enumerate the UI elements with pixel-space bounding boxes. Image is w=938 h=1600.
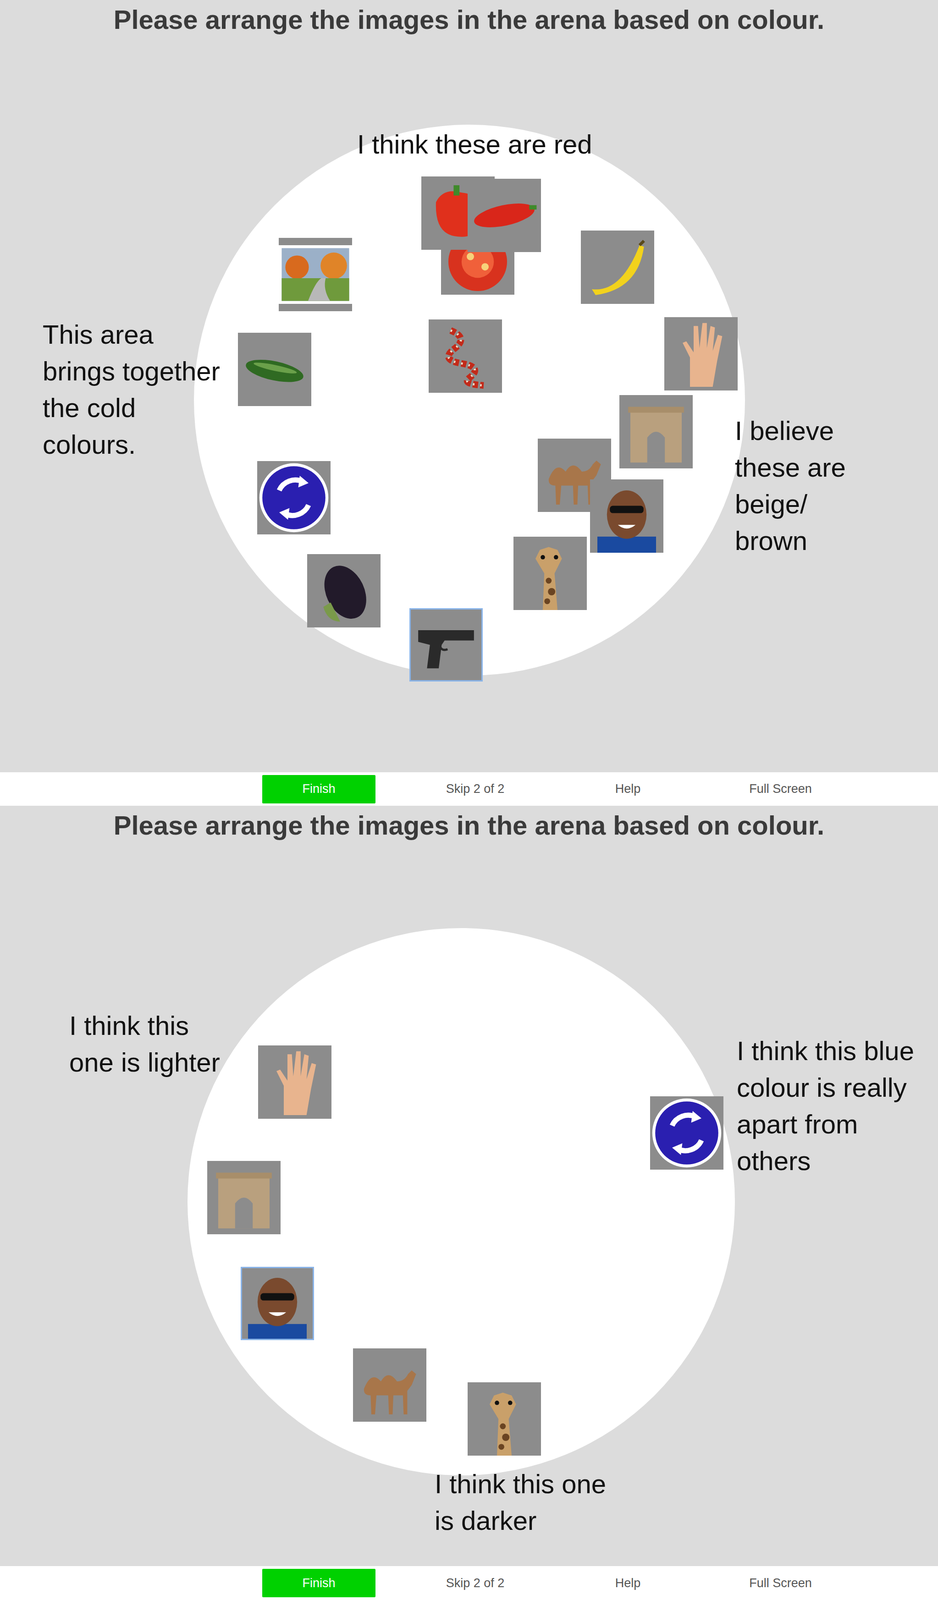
banana-image[interactable] [580, 230, 655, 304]
footer-link[interactable]: Full Screen [704, 1574, 857, 1594]
hand-image[interactable] [258, 1045, 332, 1120]
giraffe-image[interactable] [467, 1382, 541, 1457]
arch-icon [207, 1161, 281, 1235]
autumn-image[interactable] [278, 237, 353, 312]
arch-image[interactable] [619, 395, 693, 469]
face-image[interactable] [590, 479, 664, 553]
footer-bar: Finish Skip 2 of 2HelpFull Screen [0, 1566, 938, 1600]
arena-panel: Please arrange the images in the arena b… [0, 0, 938, 773]
arch-icon [619, 395, 693, 469]
annotation: I believe these are beige/ brown [734, 412, 873, 560]
snake-image[interactable] [428, 319, 503, 393]
camel-image[interactable] [353, 1348, 427, 1423]
hand-image[interactable] [664, 317, 738, 391]
roundabout-icon [257, 461, 331, 535]
footer-link[interactable]: Skip 2 of 2 [398, 1574, 552, 1594]
finish-button[interactable]: Finish [262, 775, 376, 804]
snake-icon [428, 319, 503, 393]
gun-image[interactable] [409, 608, 483, 682]
finish-button[interactable]: Finish [262, 1569, 376, 1598]
task-title: Please arrange the images in the arena b… [0, 0, 938, 36]
eggplant-image[interactable] [307, 554, 381, 628]
giraffe-icon [467, 1382, 541, 1457]
footer-link[interactable]: Help [551, 779, 705, 799]
task-title: Please arrange the images in the arena b… [0, 805, 938, 842]
camel-icon [353, 1348, 427, 1423]
roundabout-image[interactable] [257, 461, 331, 535]
arena-panel: Please arrange the images in the arena b… [0, 805, 938, 1567]
annotation: I think these are red [357, 126, 770, 163]
cucumber-icon [237, 332, 312, 407]
annotation: I think this one is lighter [69, 1007, 239, 1082]
footer-link[interactable]: Full Screen [704, 779, 857, 799]
giraffe-icon [513, 536, 587, 611]
footer-link[interactable]: Skip 2 of 2 [398, 779, 552, 799]
annotation: I think this one is darker [434, 1466, 609, 1540]
hand-icon [258, 1045, 332, 1120]
face-icon [240, 1267, 315, 1341]
face-icon [590, 479, 664, 553]
footer-bar: Finish Skip 2 of 2HelpFull Screen [0, 772, 938, 806]
banana-icon [580, 230, 655, 304]
giraffe-image[interactable] [513, 536, 587, 611]
roundabout-image[interactable] [650, 1096, 724, 1170]
face-image[interactable] [240, 1267, 315, 1341]
footer-link[interactable]: Help [551, 1574, 705, 1594]
arch-image[interactable] [207, 1161, 281, 1235]
cucumber-image[interactable] [237, 332, 312, 407]
annotation: This area brings together the cold colou… [42, 316, 227, 464]
autumn-icon [278, 237, 353, 312]
eggplant-icon [307, 554, 381, 628]
hand-icon [664, 317, 738, 391]
chili-icon [467, 178, 541, 253]
annotation: I think this blue colour is really apart… [736, 1032, 921, 1180]
roundabout-icon [650, 1096, 724, 1170]
gun-icon [409, 608, 483, 682]
chili-image[interactable] [467, 178, 541, 253]
